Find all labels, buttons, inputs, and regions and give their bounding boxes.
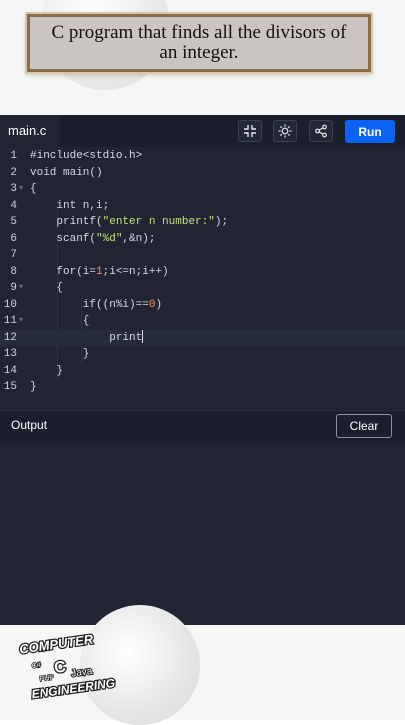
code-token: }: [30, 381, 37, 393]
code-token: int n,i;: [30, 199, 110, 212]
collapse-button[interactable]: [238, 120, 262, 142]
code-token: "%d": [96, 232, 123, 245]
collapse-icon: [244, 125, 256, 137]
fold-arrow-icon[interactable]: ▾: [19, 181, 23, 198]
line-number: 11: [3, 315, 17, 327]
line-number: 5: [10, 216, 17, 228]
line-number: 4: [10, 199, 17, 212]
brightness-icon: [278, 124, 292, 138]
code-token: #include<stdio.h>: [30, 150, 143, 162]
code-text: #include<stdio.h>: [30, 148, 142, 165]
title-banner: C program that finds all the divisors of…: [27, 14, 371, 72]
code-line[interactable]: 13 }: [0, 346, 405, 363]
code-text: {: [30, 280, 63, 297]
code-text: }: [30, 379, 37, 396]
clear-button[interactable]: Clear: [336, 414, 392, 438]
run-button[interactable]: Run: [345, 120, 395, 143]
code-token: printf(: [30, 216, 103, 228]
line-number: 14: [3, 364, 17, 377]
header-background: C program that finds all the divisors of…: [0, 0, 405, 115]
code-editor: main.c Run 1 #include<stdio.h> 2 void main(…: [0, 115, 405, 625]
code-text: scanf("%d",&n);: [30, 231, 155, 248]
output-label: Output: [11, 418, 48, 432]
logo-tag-c: C: [53, 658, 67, 677]
code-line[interactable]: 6 scanf("%d",&n);: [0, 231, 405, 248]
code-line[interactable]: 5 printf("enter n number:");: [0, 214, 405, 231]
theme-toggle-button[interactable]: [273, 120, 297, 142]
fold-arrow-icon[interactable]: ▾: [19, 280, 23, 297]
code-token: void main(): [30, 166, 103, 179]
line-number: 3: [10, 183, 17, 195]
code-token: ;i<=n;i++): [102, 265, 169, 278]
code-line[interactable]: 9 ▾ {: [0, 280, 405, 297]
code-line[interactable]: 15}: [0, 379, 405, 396]
code-text: }: [30, 363, 63, 380]
code-line[interactable]: 10 if((n%i)==0): [0, 297, 405, 314]
line-number: 2: [10, 166, 17, 179]
code-text: {: [30, 313, 90, 330]
code-token: scanf(: [30, 232, 97, 245]
code-line[interactable]: 3 ▾ {: [0, 181, 405, 198]
share-icon: [315, 124, 327, 138]
code-token: ,&n);: [122, 232, 156, 245]
code-token: print: [30, 331, 143, 344]
code-line[interactable]: 2 void main(): [0, 165, 405, 182]
line-number: 13: [3, 348, 17, 360]
line-number: 10: [3, 298, 17, 311]
code-token: for(i=: [30, 265, 97, 278]
footer-background: COMPUTER C Java C# PHP ENGINEERING: [0, 605, 405, 725]
code-token: {: [30, 282, 64, 294]
logo-tag-csharp: C#: [31, 662, 41, 670]
code-text: {: [30, 181, 37, 198]
line-number: 8: [10, 265, 17, 278]
code-line[interactable]: 11 ▾ {: [0, 313, 405, 330]
code-line[interactable]: 1 #include<stdio.h>: [0, 148, 405, 165]
banner-title: C program that finds all the divisors of…: [51, 22, 347, 63]
fold-arrow-icon[interactable]: ▾: [19, 313, 23, 330]
code-text: for(i=1;i<=n;i++): [30, 264, 169, 281]
code-token: );: [214, 216, 229, 228]
line-number: 15: [3, 381, 17, 393]
output-area[interactable]: [0, 441, 405, 625]
line-number: 7: [10, 249, 17, 261]
logo-text-top: COMPUTER: [18, 631, 94, 656]
text-cursor: [142, 330, 144, 344]
line-number: 6: [10, 232, 17, 245]
code-token: {: [30, 315, 90, 327]
code-line[interactable]: 12 print: [0, 329, 405, 347]
code-token: if((n%i)==: [30, 298, 149, 311]
code-line[interactable]: 4 int n,i;: [0, 198, 405, 215]
code-line[interactable]: 14 }: [0, 363, 405, 380]
share-button[interactable]: [309, 120, 333, 142]
code-text: if((n%i)==0): [30, 297, 162, 314]
code-line[interactable]: 8 for(i=1;i<=n;i++): [0, 264, 405, 281]
code-token: {: [30, 183, 37, 195]
output-header: Output Clear: [0, 410, 405, 442]
code-text: printf("enter n number:");: [30, 214, 228, 231]
code-text: }: [30, 346, 90, 363]
code-line[interactable]: 7: [0, 247, 405, 264]
logo-tag-php: PHP: [39, 674, 55, 683]
code-text: print: [30, 330, 144, 347]
editor-toolbar: main.c Run: [0, 115, 405, 147]
code-token: }: [30, 364, 64, 377]
code-token: ): [155, 298, 163, 311]
line-number: 1: [10, 150, 17, 162]
line-number: 9: [10, 282, 17, 294]
computer-engineering-logo: COMPUTER C Java C# PHP ENGINEERING: [17, 630, 117, 703]
code-area[interactable]: 1 #include<stdio.h> 2 void main() 3 ▾{4 int n…: [0, 148, 405, 403]
code-token: "enter n number:": [102, 216, 215, 228]
logo-tag-java: Java: [71, 666, 94, 680]
code-text: void main(): [30, 165, 103, 182]
code-text: int n,i;: [30, 198, 109, 215]
line-number: 12: [3, 331, 17, 344]
code-token: 1: [96, 265, 103, 278]
code-token: }: [30, 348, 90, 360]
tab-main-c[interactable]: main.c: [0, 115, 60, 147]
